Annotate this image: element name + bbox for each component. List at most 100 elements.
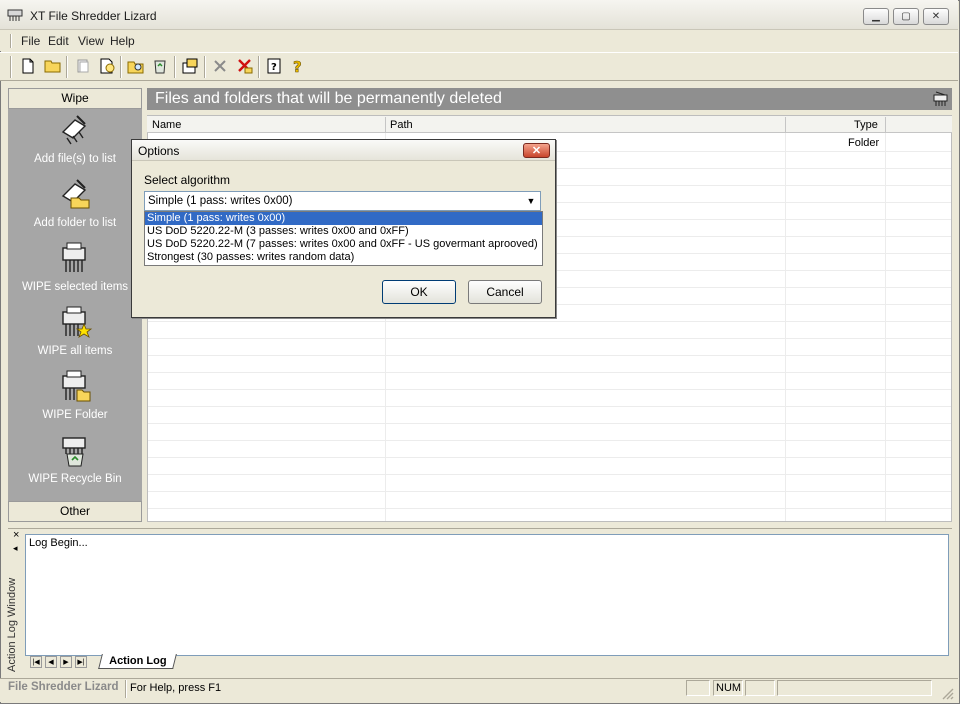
status-panel-extra: [777, 680, 932, 696]
grid-line: [148, 406, 951, 407]
log-textbox[interactable]: [25, 534, 949, 656]
algorithm-label: Select algorithm: [144, 173, 231, 187]
grid-line: [148, 321, 951, 322]
resize-grip-icon[interactable]: [940, 686, 954, 700]
add-files-button[interactable]: Add file(s) to list: [8, 112, 142, 165]
row-type-cell: Folder: [848, 137, 880, 149]
minimize-button[interactable]: ▁: [863, 8, 889, 25]
status-brand: File Shredder Lizard: [8, 681, 119, 693]
menu-help[interactable]: Help: [110, 34, 135, 48]
app-shredder-icon: [7, 9, 23, 21]
grid-line: [148, 372, 951, 373]
last-tab-icon[interactable]: ▶|: [75, 656, 87, 668]
grid-line: [148, 457, 951, 458]
status-panel-scrl: [745, 680, 775, 696]
open-folder-icon[interactable]: [43, 56, 63, 76]
close-button[interactable]: ✕: [923, 8, 949, 25]
help-icon[interactable]: ?: [264, 56, 284, 76]
recycle-icon[interactable]: [150, 56, 170, 76]
search-icon[interactable]: [98, 56, 118, 76]
toolbar-separator: [120, 56, 122, 78]
toolbar-separator: [258, 56, 260, 78]
next-tab-icon[interactable]: ▶: [60, 656, 72, 668]
menu-edit[interactable]: Edit: [48, 34, 69, 48]
algorithm-select[interactable]: Simple (1 pass: writes 0x00): [144, 191, 541, 211]
toolbar-grip: [10, 56, 12, 78]
add-folder-icon: [61, 179, 90, 209]
column-divider[interactable]: [385, 117, 386, 132]
wipe-selected-button[interactable]: WIPE selected items: [8, 240, 142, 293]
toolbar-separator: [66, 56, 68, 78]
log-pin-icon[interactable]: ◂: [13, 543, 18, 554]
menu-grip: [10, 34, 12, 48]
grid-line: [785, 133, 786, 521]
column-type[interactable]: Type: [854, 119, 878, 131]
remove-all-icon[interactable]: [235, 56, 255, 76]
log-side-title: Action Log Window: [6, 577, 18, 672]
wipe-panel-header[interactable]: Wipe: [8, 88, 142, 109]
first-tab-icon[interactable]: |◀: [30, 656, 42, 668]
status-panel-num: NUM: [713, 680, 743, 696]
svg-text:?: ?: [271, 62, 277, 73]
menu-view[interactable]: View: [78, 34, 104, 48]
algorithm-option[interactable]: Strongest (30 passes: writes random data…: [145, 251, 542, 264]
grid-line: [148, 440, 951, 441]
svg-text:?: ?: [293, 58, 302, 74]
whats-this-icon[interactable]: ?: [288, 56, 308, 76]
wipe-recycle-bin-button[interactable]: WIPE Recycle Bin: [8, 432, 142, 485]
menu-file[interactable]: File: [21, 34, 40, 48]
prev-tab-icon[interactable]: ◀: [45, 656, 57, 668]
algorithm-option[interactable]: US DoD 5220.22-M (7 passes: writes 0x00 …: [145, 238, 542, 251]
shredder-icon: [62, 242, 86, 272]
wipe-recycle-bin-label: WIPE Recycle Bin: [28, 473, 122, 485]
dialog-close-button[interactable]: ✕: [523, 143, 550, 158]
add-file-icon: [61, 115, 87, 145]
wipe-all-label: WIPE all items: [37, 345, 113, 357]
wipe-all-button[interactable]: WIPE all items: [8, 304, 142, 357]
column-name[interactable]: Name: [152, 119, 181, 131]
wipe-selected-label: WIPE selected items: [21, 281, 129, 293]
tab-action-log-label: Action Log: [109, 655, 167, 667]
grid-line: [148, 355, 951, 356]
new-file-icon[interactable]: [18, 56, 38, 76]
tab-action-log[interactable]: Action Log: [98, 654, 178, 669]
column-divider[interactable]: [785, 117, 786, 132]
algorithm-option[interactable]: US DoD 5220.22-M (3 passes: writes 0x00 …: [145, 225, 542, 238]
status-divider: [125, 680, 127, 698]
algorithm-option[interactable]: Simple (1 pass: writes 0x00): [145, 212, 542, 225]
toolbar-separator: [204, 56, 206, 78]
add-folder-label: Add folder to list: [33, 217, 117, 229]
copy-icon[interactable]: [73, 56, 93, 76]
folder-search-icon[interactable]: [126, 56, 146, 76]
grid-line: [148, 338, 951, 339]
grid-line: [148, 389, 951, 390]
grid-line: [148, 508, 951, 509]
status-help-text: For Help, press F1: [130, 682, 222, 694]
shredder-recycle-icon: [62, 437, 86, 467]
shredder-star-icon: [62, 306, 93, 338]
grid-line: [885, 133, 886, 521]
chevron-down-icon[interactable]: ▼: [523, 193, 539, 209]
dialog-title-bar: [132, 140, 555, 161]
ok-button[interactable]: OK: [382, 280, 456, 304]
log-text: Log Begin...: [29, 537, 88, 549]
properties-icon[interactable]: [180, 56, 200, 76]
wipe-folder-label: WIPE Folder: [42, 409, 108, 421]
remove-icon[interactable]: [210, 56, 230, 76]
grid-line: [148, 491, 951, 492]
other-panel-header[interactable]: Other: [8, 501, 142, 522]
log-close-icon[interactable]: ×: [13, 529, 19, 541]
header-shredder-icon: [933, 91, 948, 106]
menu-bar: [0, 30, 958, 51]
cancel-button[interactable]: Cancel: [468, 280, 542, 304]
toolbar-separator: [174, 56, 176, 78]
maximize-button[interactable]: ▢: [893, 8, 919, 25]
window-title: XT File Shredder Lizard: [30, 9, 157, 23]
add-folder-button[interactable]: Add folder to list: [8, 176, 142, 229]
wipe-folder-button[interactable]: WIPE Folder: [8, 368, 142, 421]
grid-line: [148, 474, 951, 475]
add-files-label: Add file(s) to list: [34, 153, 116, 165]
dialog-title: Options: [138, 144, 180, 158]
column-divider[interactable]: [885, 117, 886, 132]
column-path[interactable]: Path: [390, 119, 413, 131]
